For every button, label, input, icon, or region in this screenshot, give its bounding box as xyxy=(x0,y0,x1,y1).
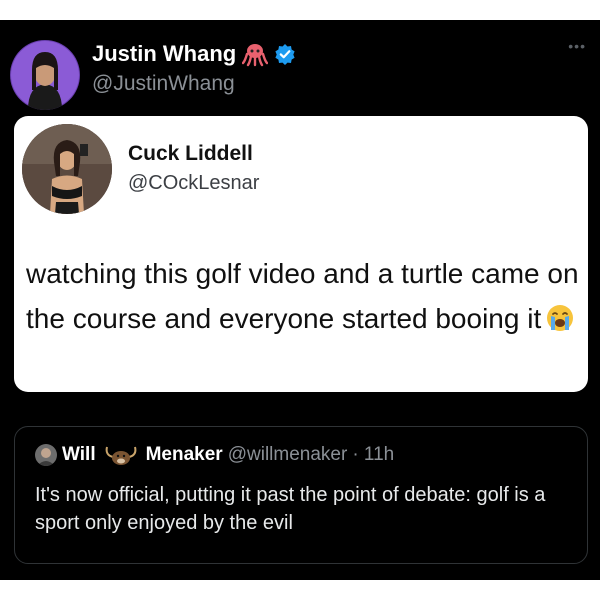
more-options-icon[interactable]: ••• xyxy=(568,38,586,54)
octopus-emoji-icon xyxy=(242,41,269,67)
inner-quote-header: Will Menaker @willmenaker · 11h xyxy=(35,443,394,467)
quoted-name: Cuck Liddell xyxy=(128,142,253,165)
author-avatar[interactable] xyxy=(10,40,80,110)
will-avatar[interactable] xyxy=(35,444,57,466)
quoted-tweet-card[interactable]: Cuck Liddell @COckLesnar watching this g… xyxy=(14,116,588,392)
author-handle[interactable]: @JustinWhang xyxy=(92,72,235,96)
crying-face-emoji-icon xyxy=(545,301,575,331)
tweet-container: Justin Whang @JustinWhang ••• Cuck Lidde… xyxy=(0,20,600,580)
decoration-emoji-icon xyxy=(101,443,141,467)
inner-author-handle[interactable]: @willmenaker xyxy=(228,444,348,466)
inner-quoted-tweet[interactable]: Will Menaker @willmenaker · 11h It's now… xyxy=(14,426,588,564)
inner-timestamp[interactable]: · 11h xyxy=(352,444,394,466)
quoted-avatar[interactable] xyxy=(22,124,112,214)
inner-author-last-name[interactable]: Menaker xyxy=(146,444,223,466)
inner-author-first-name[interactable]: Will xyxy=(62,444,96,466)
author-name-row: Justin Whang xyxy=(92,41,296,67)
inner-quote-text: It's now official, putting it past the p… xyxy=(35,484,546,534)
verified-badge-icon xyxy=(274,43,296,65)
quoted-text-body: watching this golf video and a turtle ca… xyxy=(26,258,579,334)
quoted-text: watching this golf video and a turtle ca… xyxy=(26,251,582,341)
author-name[interactable]: Justin Whang xyxy=(92,41,236,67)
quoted-handle: @COckLesnar xyxy=(128,172,260,194)
